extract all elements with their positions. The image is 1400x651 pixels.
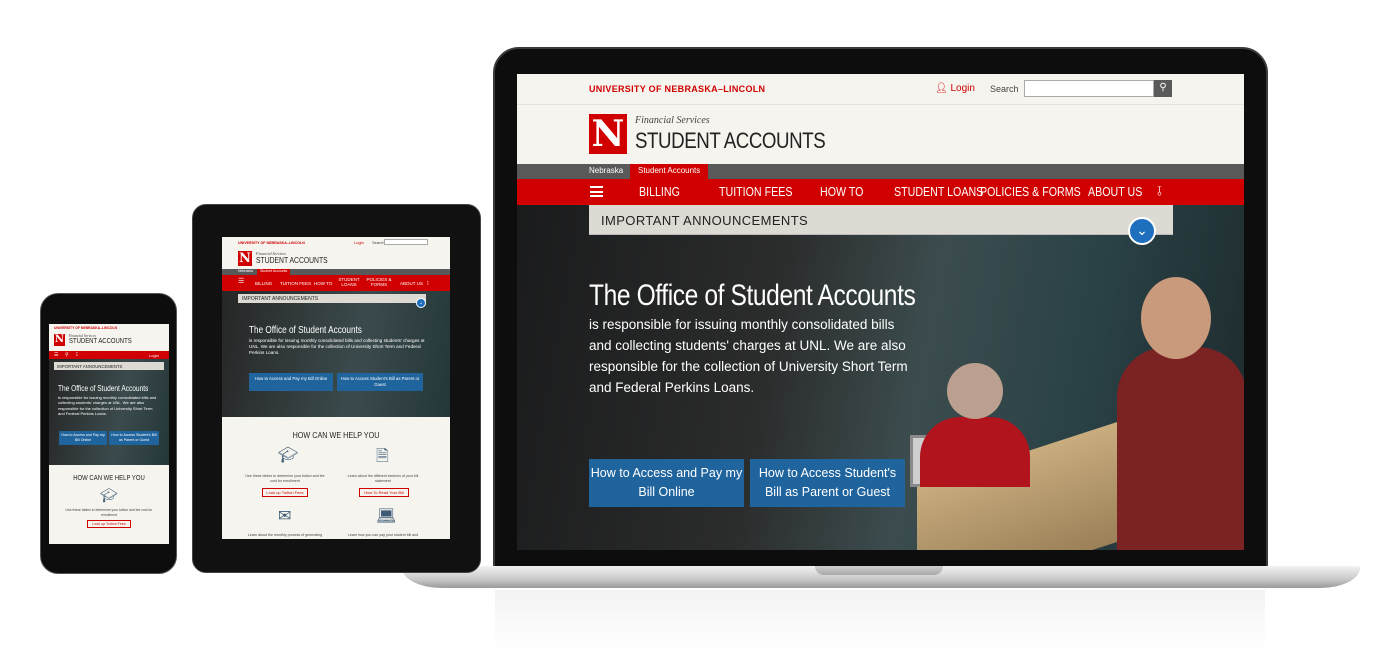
parent-guest-bill-button[interactable]: How to Access Student's Bill as Parent o… (109, 431, 159, 445)
hero-section: IMPORTANT ANNOUNCEMENTS ⌄ The Office of … (517, 205, 1244, 550)
site-title[interactable]: STUDENT ACCOUNTS (69, 338, 132, 345)
bill-document-icon: 🗎︎ (376, 448, 389, 465)
parent-guest-bill-button[interactable]: How to Access Student's Bill as Parent o… (337, 373, 423, 391)
hero-section: IMPORTANT ANNOUNCEMENTS ⌄ The Office of … (222, 291, 450, 417)
university-link[interactable]: UNIVERSITY OF NEBRASKA–LINCOLN (589, 84, 765, 94)
breadcrumb-nebraska[interactable]: Nebraska (238, 269, 253, 273)
hero-heading: The Office of Student Accounts (58, 384, 149, 393)
parent-guest-bill-button[interactable]: How to Access Student's Bill as Parent o… (750, 459, 905, 507)
share-icon[interactable]: ⫱ (427, 280, 429, 285)
hero-text: is responsible for issuing monthly conso… (58, 395, 157, 417)
tablet-screen: UNIVERSITY OF NEBRASKA–LINCOLN Login Sea… (222, 237, 450, 539)
hero-text: is responsible for issuing monthly conso… (589, 317, 908, 395)
menu-icon[interactable] (590, 186, 603, 197)
share-icon[interactable]: ⫱ (76, 352, 78, 358)
nav-policies-forms[interactable]: POLICIES & FORMS (980, 184, 1081, 199)
login-link[interactable]: Login (354, 240, 364, 245)
search-icon: ⚲ (1159, 82, 1167, 93)
help-bill-text: Learn about the different sections of yo… (347, 474, 419, 483)
top-utility-bar: UNIVERSITY OF NEBRASKA–LINCOLN 👤︎ Login … (517, 74, 1244, 104)
main-nav: ☰ BILLING TUITION FEES HOW TO STUDENT LO… (222, 275, 450, 291)
announcements-label: IMPORTANT ANNOUNCEMENTS (601, 213, 809, 228)
breadcrumb-student-accounts[interactable]: Student Accounts (630, 164, 709, 179)
help-monthly-text: Learn about the monthly process of gener… (247, 533, 323, 537)
search-label: Search (990, 84, 1019, 94)
hero-photo-staff-body (920, 417, 1030, 487)
hero-section: IMPORTANT ANNOUNCEMENTS The Office of St… (49, 359, 169, 465)
help-tuition-text: Use these tables to determine your tuiti… (245, 474, 325, 483)
nebraska-n-logo[interactable]: N (238, 251, 252, 266)
read-bill-link[interactable]: How To Read Your Bill (359, 488, 409, 497)
nav-billing[interactable]: BILLING (255, 281, 272, 286)
login-label: Login (950, 83, 975, 94)
announcements-bar[interactable]: IMPORTANT ANNOUNCEMENTS (54, 362, 164, 370)
nav-about-us[interactable]: ABOUT US (1088, 184, 1142, 199)
site-title[interactable]: STUDENT ACCOUNTS (256, 256, 328, 265)
department-name: Financial Services (635, 115, 710, 126)
hero-heading: The Office of Student Accounts (589, 279, 916, 312)
login-link[interactable]: 👤︎ Login (935, 83, 975, 94)
mobile-nav: ☰ ⚲ ⫱ Login (49, 351, 169, 359)
breadcrumb-nebraska[interactable]: Nebraska (589, 166, 623, 175)
nav-student-loans[interactable]: STUDENT LOANS (894, 184, 983, 199)
menu-icon[interactable]: ☰ (238, 278, 244, 285)
payment-screen-icon: 💻︎ (376, 508, 397, 525)
nebraska-n-logo[interactable]: N (589, 114, 627, 154)
share-icon[interactable]: ⫱ (1157, 183, 1162, 199)
hero-text: is responsible for issuing monthly conso… (249, 338, 425, 355)
search-icon[interactable]: ⚲ (65, 352, 69, 358)
help-heading: HOW CAN WE HELP YOU (73, 475, 145, 482)
nav-how-to[interactable]: HOW TO (820, 184, 863, 199)
menu-icon[interactable]: ☰ (54, 352, 58, 358)
nav-about-us[interactable]: ABOUT US (400, 281, 423, 286)
search-input[interactable] (384, 239, 428, 245)
university-link[interactable]: UNIVERSITY OF NEBRASKA–LINCOLN (238, 241, 305, 245)
nebraska-n-logo[interactable]: N (54, 334, 65, 346)
user-icon: 👤︎ (935, 83, 948, 94)
laptop-reflection (495, 590, 1265, 650)
announcements-bar[interactable]: IMPORTANT ANNOUNCEMENTS (589, 205, 1173, 235)
site-title[interactable]: STUDENT ACCOUNTS (635, 128, 826, 154)
nav-tuition-fees[interactable]: TUITION FEES (280, 281, 311, 286)
graduation-cap-icon: 🎓︎ (100, 487, 118, 503)
hero-photo-staff-head (947, 363, 1003, 419)
nav-policies-forms[interactable]: POLICIES & FORMS (365, 277, 393, 287)
nav-tuition-fees[interactable]: TUITION FEES (719, 184, 792, 199)
help-tuition-text: Use these tables to determine your tuiti… (65, 508, 153, 517)
laptop-screen: UNIVERSITY OF NEBRASKA–LINCOLN 👤︎ Login … (517, 74, 1244, 550)
announcements-bar[interactable]: IMPORTANT ANNOUNCEMENTS (238, 294, 426, 303)
help-pay-text: Learn how you can pay your student bill … (347, 533, 419, 537)
phone-screen: UNIVERSITY OF NEBRASKA–LINCOLN N Financi… (49, 324, 169, 544)
laptop-notch (815, 566, 943, 575)
search-label: Search (372, 240, 385, 245)
chevron-down-icon[interactable]: ⌄ (1128, 217, 1156, 245)
help-heading: HOW CAN WE HELP YOU (292, 430, 380, 440)
pay-bill-online-button[interactable]: How to Access and Pay my Bill Online (589, 459, 744, 507)
main-nav: BILLING TUITION FEES HOW TO STUDENT LOAN… (517, 179, 1244, 205)
pay-bill-online-button[interactable]: How to Access and Pay my Bill Online (59, 431, 107, 445)
hero-photo-student-body (1117, 347, 1244, 550)
nav-billing[interactable]: BILLING (639, 184, 680, 199)
site-header: N Financial Services STUDENT ACCOUNTS (517, 104, 1244, 164)
tuition-fees-link[interactable]: Look up Tuition Fees (262, 488, 308, 497)
login-link[interactable]: Login (149, 353, 159, 358)
university-link[interactable]: UNIVERSITY OF NEBRASKA–LINCOLN (54, 326, 117, 330)
search-input[interactable] (1024, 80, 1154, 97)
nav-student-loans[interactable]: STUDENT LOANS (338, 277, 360, 287)
breadcrumb: Nebraska Student Accounts (517, 164, 1244, 179)
graduation-cap-icon: 🎓︎ (278, 447, 299, 464)
search-button[interactable]: ⚲ (1154, 80, 1172, 97)
tuition-fees-link[interactable]: Look up Tuition Fees (87, 520, 131, 528)
chevron-down-icon[interactable]: ⌄ (416, 298, 426, 308)
hero-heading: The Office of Student Accounts (249, 325, 362, 336)
pay-bill-online-button[interactable]: How to Access and Pay my Bill Online (249, 373, 333, 391)
nav-how-to[interactable]: HOW TO (314, 281, 332, 286)
hero-photo-student-head (1141, 277, 1211, 359)
device-mockup-stage: UNIVERSITY OF NEBRASKA–LINCOLN 👤︎ Login … (0, 0, 1400, 651)
envelope-download-icon: ✉ (278, 508, 292, 525)
